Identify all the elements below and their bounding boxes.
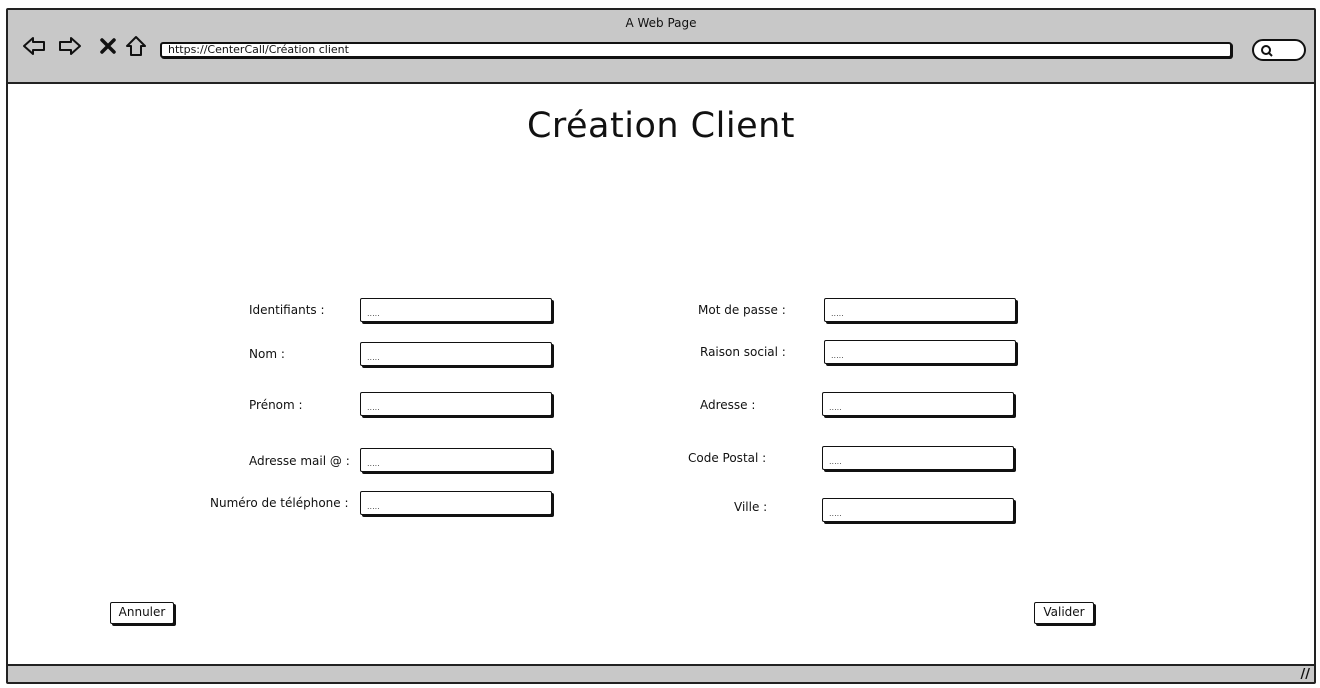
status-bar: // [8,664,1314,682]
label-adresse: Adresse : [700,398,756,412]
nom-input[interactable]: ..... [360,342,552,366]
arrow-right-icon[interactable] [58,34,82,58]
submit-button[interactable]: Valider [1034,602,1094,624]
search-icon [1261,45,1273,57]
browser-toolbar: A Web Page https://CenterCall/Création c… [8,10,1314,84]
browser-window: A Web Page https://CenterCall/Création c… [6,8,1316,684]
close-icon[interactable] [96,34,120,58]
label-code-postal: Code Postal : [688,451,767,465]
code-postal-input[interactable]: ..... [822,446,1014,470]
label-prenom: Prénom : [249,398,303,412]
telephone-input[interactable]: ..... [360,491,552,515]
label-raison-social: Raison social : [700,345,786,359]
label-nom: Nom : [249,347,285,361]
label-identifiants: Identifiants : [249,303,325,317]
cancel-button[interactable]: Annuler [110,602,174,624]
address-bar[interactable]: https://CenterCall/Création client [160,42,1232,58]
raison-social-input[interactable]: ..... [824,340,1016,364]
identifiants-input[interactable]: ..... [360,298,552,322]
label-mot-de-passe: Mot de passe : [698,303,786,317]
label-ville: Ville : [734,500,768,514]
resize-grip-icon[interactable]: // [1301,668,1311,682]
prenom-input[interactable]: ..... [360,392,552,416]
arrow-left-icon[interactable] [22,34,46,58]
window-title: A Web Page [625,16,697,30]
password-input[interactable]: ..... [824,298,1016,322]
label-telephone: Numéro de téléphone : [210,496,349,510]
label-adresse-mail: Adresse mail @ : [249,454,350,468]
search-box[interactable] [1252,39,1306,61]
ville-input[interactable]: ..... [822,498,1014,522]
home-icon[interactable] [124,34,148,58]
adresse-input[interactable]: ..... [822,392,1014,416]
email-input[interactable]: ..... [360,448,552,472]
page-title: Création Client [526,106,796,146]
